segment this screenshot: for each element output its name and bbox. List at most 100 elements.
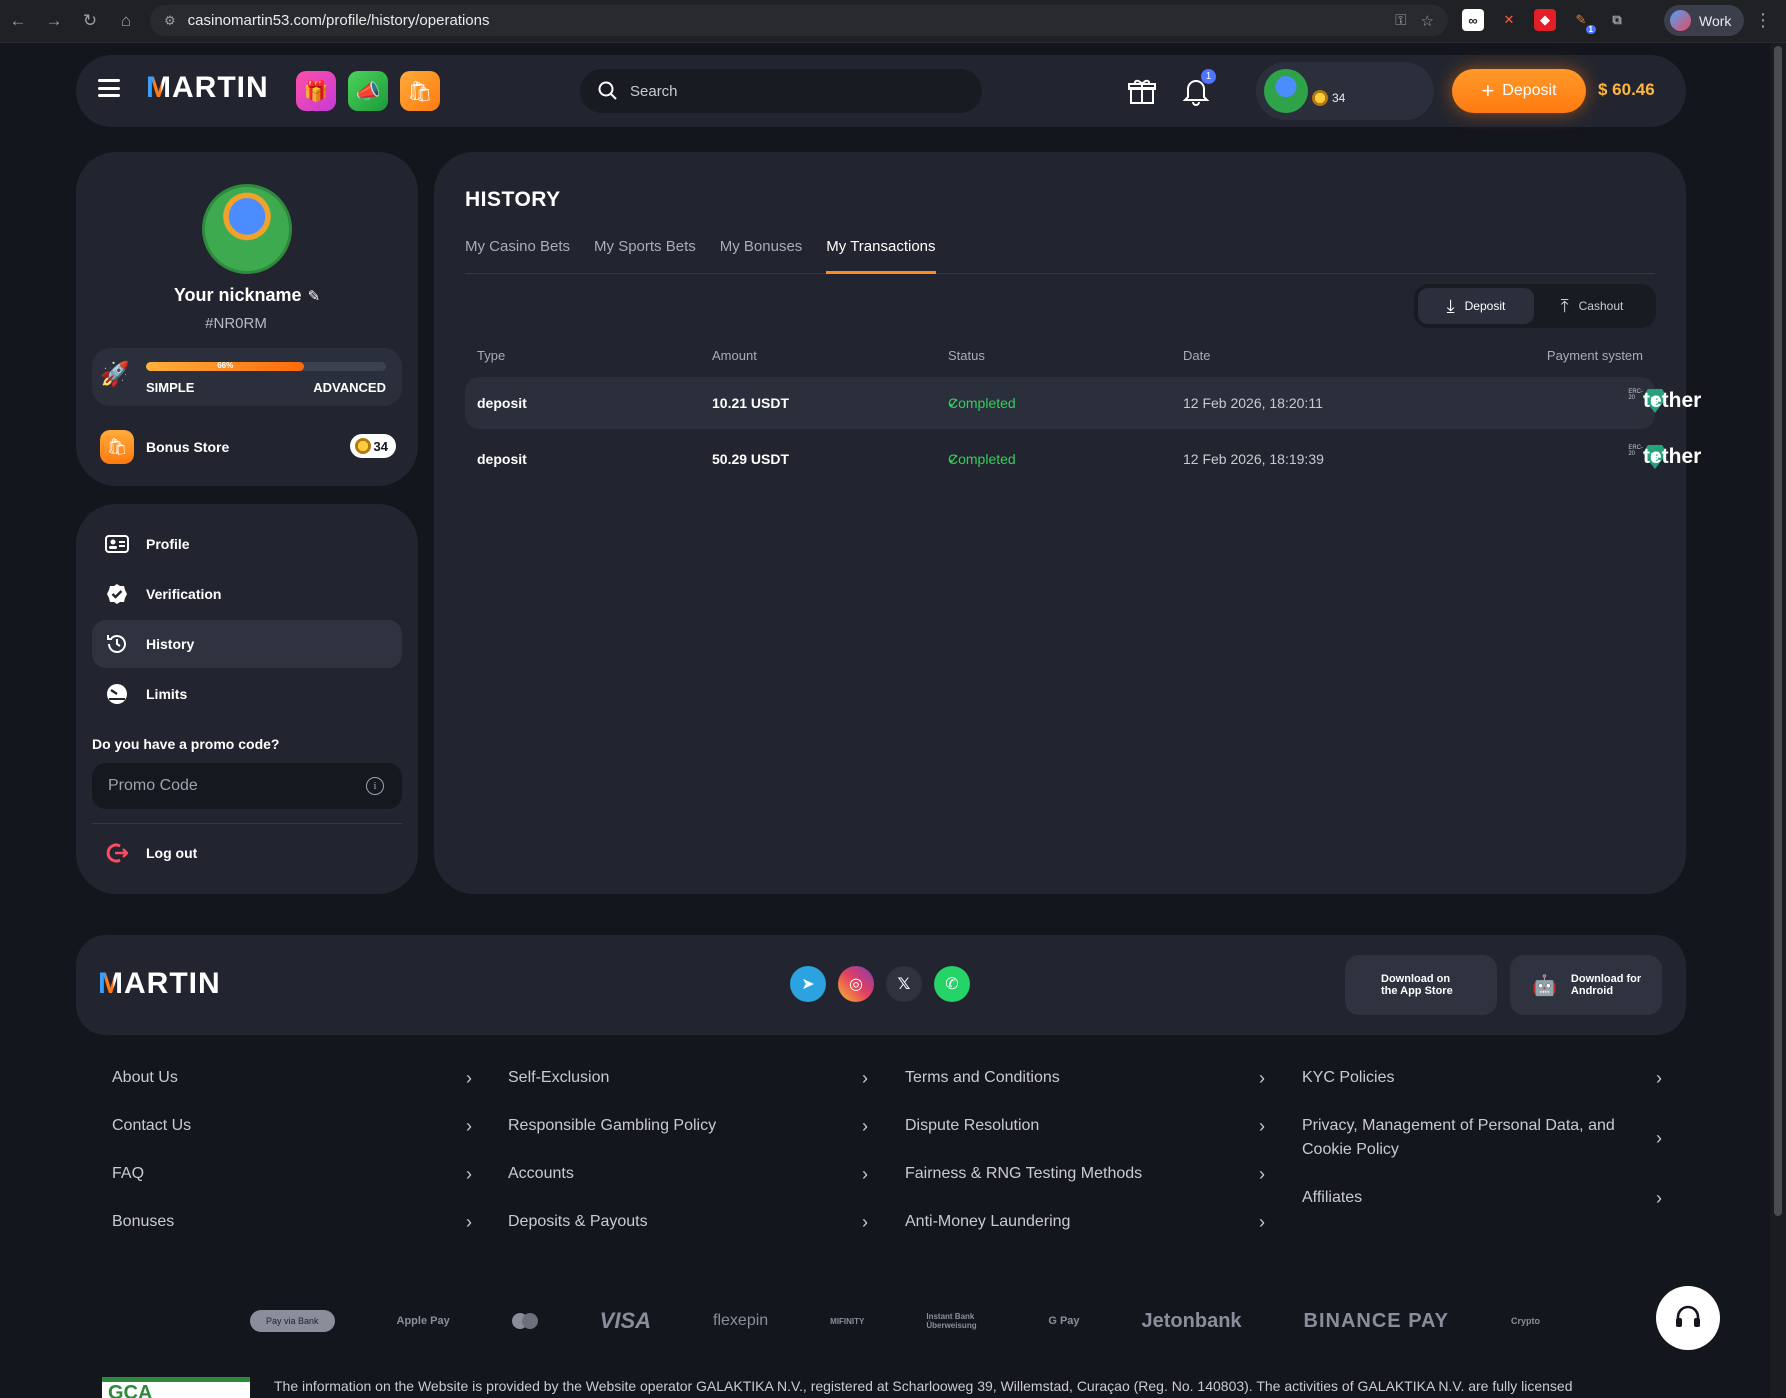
bookmark-star-icon[interactable]: ☆ [1421, 12, 1434, 30]
extension-badge-icon[interactable]: ✎ 1 [1570, 9, 1596, 34]
footer-link[interactable]: Responsible Gambling Policy › [508, 1114, 868, 1138]
edit-pencil-icon[interactable]: ✎ [308, 288, 321, 305]
promo-code-question: Do you have a promo code? [92, 736, 280, 752]
coin-counter: 34 [1312, 90, 1345, 106]
footer-link[interactable]: KYC Policies › [1302, 1066, 1662, 1090]
site-header: MARTIN 🎁 📣 🛍 Search 1 34 + Deposit $ 60.… [76, 55, 1686, 127]
coin-count-value: 34 [1332, 91, 1346, 105]
footer-link[interactable]: Self-Exclusion › [508, 1066, 868, 1090]
legal-disclaimer: The information on the Website is provid… [274, 1378, 1573, 1394]
footer-bar: MARTIN ➤ ◎ 𝕏 ✆ Download on the App Store… [76, 935, 1686, 1035]
chevron-right-icon: › [862, 1164, 868, 1184]
footer-link[interactable]: Fairness & RNG Testing Methods › [905, 1162, 1265, 1186]
footer-link[interactable]: Anti-Money Laundering › [905, 1210, 1265, 1234]
x-icon[interactable]: 𝕏 [886, 966, 922, 1002]
tab-transactions[interactable]: My Transactions [826, 236, 936, 274]
megaphone-tile-icon[interactable]: 📣 [348, 71, 388, 111]
support-chat-headset-icon[interactable] [1656, 1286, 1720, 1350]
address-bar[interactable]: ⚙ casinomartin53.com/profile/history/ope… [150, 5, 1448, 36]
cashout-filter-button[interactable]: ⤒ Cashout [1534, 288, 1650, 324]
gift-icon[interactable] [1124, 73, 1160, 109]
chevron-right-icon: › [1259, 1164, 1265, 1184]
extension-x-icon[interactable]: ✕ [1498, 9, 1520, 31]
info-icon[interactable]: i [366, 777, 384, 795]
extension-shield-icon[interactable]: ◆ [1534, 9, 1556, 31]
browser-profile-chip[interactable]: Work [1664, 5, 1744, 36]
chevron-right-icon: › [466, 1164, 472, 1184]
deposit-filter-button[interactable]: ⤓ Deposit [1418, 288, 1534, 324]
whatsapp-icon[interactable]: ✆ [934, 966, 970, 1002]
table-row[interactable]: deposit 10.21 USDT ✓ Completed 12 Feb 202… [465, 377, 1701, 429]
header-deposit-button[interactable]: + Deposit [1452, 69, 1586, 113]
id-card-icon [104, 531, 130, 557]
footer-link[interactable]: Privacy, Management of Personal Data, an… [1302, 1114, 1662, 1162]
level-progress-box: 🚀 66% SIMPLE ADVANCED [92, 348, 402, 406]
app-store-button[interactable]: Download on the App Store [1345, 955, 1497, 1015]
tab-casino-bets[interactable]: My Casino Bets [465, 236, 570, 274]
forward-arrow-icon[interactable]: → [36, 3, 72, 39]
url-text[interactable]: casinomartin53.com/profile/history/opera… [188, 12, 490, 29]
footer-link[interactable]: Affiliates › [1302, 1186, 1662, 1210]
telegram-icon[interactable]: ➤ [790, 966, 826, 1002]
home-icon[interactable]: ⌂ [108, 3, 144, 39]
search-icon [598, 81, 617, 100]
logout-button[interactable]: Log out [104, 840, 197, 866]
menu-item-limits[interactable]: Limits [92, 670, 402, 718]
page-title: HISTORY [465, 188, 561, 211]
user-account-pill[interactable]: 34 [1256, 62, 1434, 120]
extensions-puzzle-icon[interactable]: ⧉ [1606, 9, 1628, 31]
menu-item-verification[interactable]: Verification [92, 570, 402, 618]
table-row[interactable]: deposit 50.29 USDT ✓ Completed 12 Feb 202… [465, 433, 1701, 485]
instagram-icon[interactable]: ◎ [838, 966, 874, 1002]
footer-link[interactable]: Terms and Conditions › [905, 1066, 1265, 1090]
extension-link-icon[interactable]: ∞ [1462, 9, 1484, 31]
menu-item-history[interactable]: History [92, 620, 402, 668]
chevron-right-icon: › [1656, 1128, 1662, 1148]
footer-link[interactable]: Deposits & Payouts › [508, 1210, 868, 1234]
profile-avatar[interactable] [202, 184, 292, 274]
reload-icon[interactable]: ↻ [72, 3, 108, 39]
row-status-label: Completed [948, 451, 1016, 467]
password-key-icon[interactable]: ⚿ [1395, 12, 1406, 30]
android-icon: 🤖 [1532, 974, 1557, 997]
scrollbar-thumb[interactable] [1774, 46, 1782, 1216]
gca-license-badge[interactable]: GCA [102, 1377, 250, 1398]
instant-bank-logo: Instant Bank Überweisung [926, 1312, 977, 1330]
hamburger-menu-icon[interactable] [98, 79, 120, 97]
promo-code-input[interactable] [92, 763, 402, 809]
menu-label-history: History [146, 636, 195, 652]
row-status-label: Completed [948, 395, 1016, 411]
search-box[interactable]: Search [580, 69, 982, 113]
mifinity-logo: MIFINITY [830, 1316, 865, 1326]
browser-menu-icon[interactable]: ⋮ [1754, 10, 1772, 31]
footer-link[interactable]: Accounts › [508, 1162, 868, 1186]
back-arrow-icon[interactable]: ← [0, 3, 36, 39]
footer-link[interactable]: Bonuses › [112, 1210, 472, 1234]
android-label: Download for Android [1570, 973, 1642, 997]
col-status: Status [948, 348, 985, 363]
chevron-right-icon: › [862, 1068, 868, 1088]
bonus-store-link[interactable]: 🛍 Bonus Store 34 [100, 430, 396, 464]
menu-item-profile[interactable]: Profile [92, 520, 402, 568]
row-type: deposit [477, 395, 527, 411]
site-settings-icon[interactable]: ⚙ [164, 13, 176, 29]
android-download-button[interactable]: 🤖 Download for Android [1510, 955, 1662, 1015]
tab-sports-bets[interactable]: My Sports Bets [594, 236, 696, 274]
footer-link[interactable]: FAQ › [112, 1162, 472, 1186]
shopping-bag-tile-icon[interactable]: 🛍 [400, 71, 440, 111]
level-progress-fill: 66% [146, 361, 305, 371]
history-panel: HISTORY My Casino Bets My Sports Bets My… [434, 152, 1701, 894]
wallet-balance[interactable]: $ 60.46 [1598, 80, 1655, 100]
deposit-filter-label: Deposit [1464, 299, 1506, 313]
footer-logo[interactable]: MARTIN [98, 967, 221, 1001]
footer-link[interactable]: Contact Us › [112, 1114, 472, 1138]
bonus-store-count-value: 34 [373, 438, 388, 454]
footer-link[interactable]: About Us › [112, 1066, 472, 1090]
tab-bonuses[interactable]: My Bonuses [720, 236, 803, 274]
gift-tile-icon[interactable]: 🎁 [296, 71, 336, 111]
site-logo[interactable]: MARTIN [146, 71, 269, 105]
notification-bell-icon[interactable]: 1 [1178, 69, 1216, 109]
bonus-store-label: Bonus Store [146, 439, 230, 455]
footer-link[interactable]: Dispute Resolution › [905, 1114, 1265, 1138]
tether-label: tether [1643, 445, 1702, 468]
